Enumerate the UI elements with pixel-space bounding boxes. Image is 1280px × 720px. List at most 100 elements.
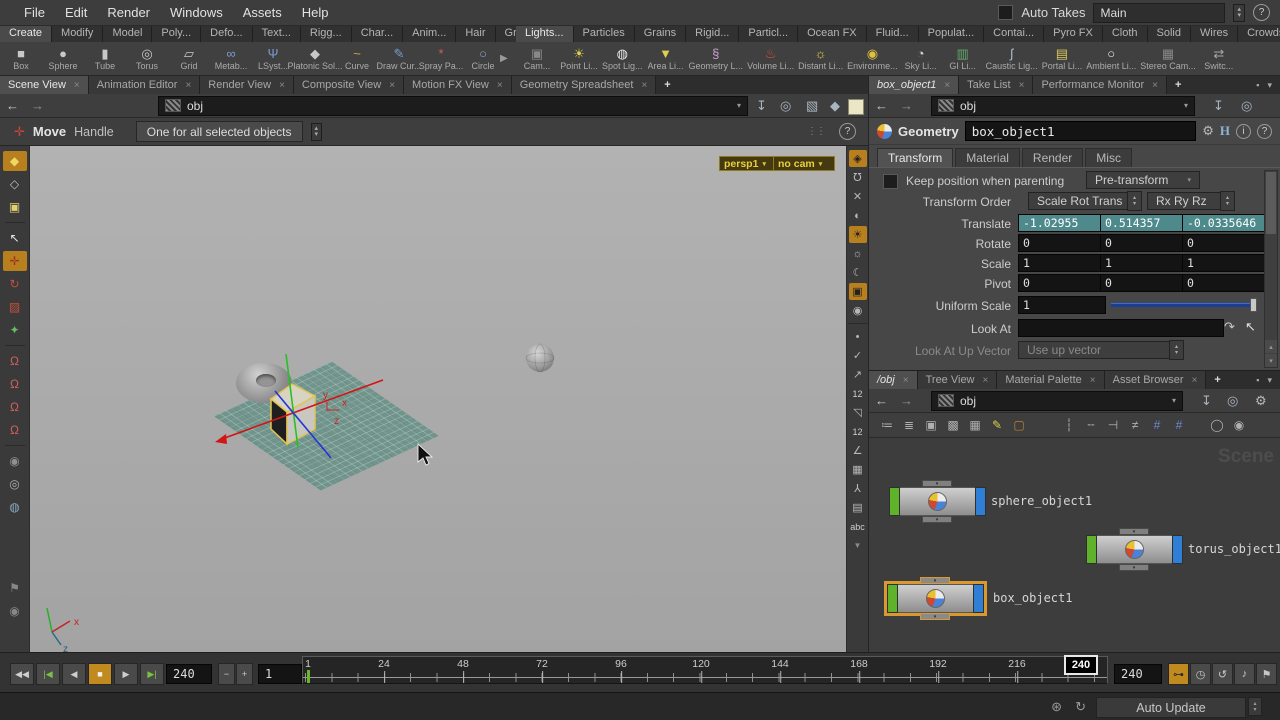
rotate-tool-icon[interactable]: ↻ (3, 274, 27, 294)
shelf-tab-particles[interactable]: Particles (573, 26, 635, 42)
handle-mode-select[interactable]: One for all selected objects (135, 121, 303, 142)
camera-selector[interactable]: no cam ▾ (773, 156, 835, 171)
memory-icon[interactable]: ⊛ (1051, 699, 1062, 715)
tool-box[interactable]: ■ Box (0, 42, 42, 75)
tab-render-view[interactable]: Render View × (200, 76, 294, 94)
tool-point-light[interactable]: ☀ Point Li... (558, 42, 600, 75)
close-icon[interactable]: × (185, 80, 191, 91)
view-ring-icon[interactable]: ◎ (3, 474, 27, 494)
profiles-icon[interactable]: ∠ (849, 442, 867, 459)
stop-button[interactable]: ■ (88, 663, 112, 685)
palette-icon[interactable]: ▩ (943, 416, 963, 434)
tool-geometry-light[interactable]: § Geometry L... (687, 42, 746, 75)
pivot-z-field[interactable]: 0 (1182, 274, 1270, 292)
recook-icon[interactable]: ↻ (1075, 699, 1086, 715)
select-arrow-icon[interactable]: ↖ (3, 228, 27, 248)
hq-shadows-icon[interactable]: ☾ (849, 264, 867, 281)
node-sphere-object1[interactable]: ▾ ▾ (889, 480, 986, 523)
tool-area-light[interactable]: ▼ Area Li... (645, 42, 687, 75)
geometry-menu-icon[interactable]: ▧ (800, 98, 824, 114)
tab-motion-fx-view[interactable]: Motion FX View × (404, 76, 512, 94)
rotate-order-spinner[interactable]: ▴ ▾ (1220, 191, 1235, 211)
tab-material-palette[interactable]: Material Palette × (997, 371, 1105, 389)
follow-target-icon[interactable]: ◎ (774, 98, 797, 114)
point-normals-icon[interactable]: ↗ (849, 366, 867, 383)
points-icon[interactable]: • (849, 328, 867, 345)
tool-spot-light[interactable]: ◍ Spot Lig... (600, 42, 645, 75)
realtime-toggle-button[interactable]: ◷ (1190, 663, 1211, 685)
node-template-flag[interactable] (887, 584, 898, 613)
headlight-icon[interactable]: ◐ (849, 207, 867, 224)
abc-icon[interactable]: abc (849, 518, 867, 535)
node-input-connector[interactable]: ▾ (922, 480, 952, 487)
transform-order-select[interactable]: Scale Rot Trans (1028, 192, 1134, 210)
move-tool-icon[interactable]: ✛ (2, 251, 27, 271)
playhead-marker[interactable] (307, 670, 310, 683)
tab-transform[interactable]: Transform (877, 148, 954, 167)
current-frame-field[interactable]: 1 (258, 664, 302, 684)
shelf-tab-populate[interactable]: Populat... (918, 26, 985, 42)
uniform-scale-slider[interactable] (1111, 296, 1257, 312)
forward-icon[interactable]: → (25, 98, 50, 113)
view-highlight-icon[interactable]: ◈ (848, 150, 867, 167)
objects-menu-icon[interactable]: ◆ (824, 98, 846, 114)
tool-circle[interactable]: ○ Circle (462, 42, 500, 75)
scale-tool-icon[interactable]: ▨ (3, 297, 27, 317)
point-markers-icon[interactable]: ✓ (849, 347, 867, 364)
tab-asset-browser[interactable]: Asset Browser × (1104, 371, 1207, 389)
hq-lights-icon[interactable]: ☼ (849, 245, 867, 262)
pivot-x-field[interactable]: 0 (1018, 274, 1106, 292)
scrollbar-thumb[interactable] (1266, 172, 1276, 234)
tab-tree-view[interactable]: Tree View × (917, 371, 998, 389)
node-torus-object1[interactable]: ▾ ▾ (1086, 528, 1183, 571)
follow-target-icon[interactable]: ◎ (1235, 98, 1258, 114)
tool-camera[interactable]: ▣ Cam... (516, 42, 558, 75)
auto-key-button[interactable]: ⊶ (1168, 663, 1189, 685)
shelf-tab-pyrofx[interactable]: Pyro FX (1044, 26, 1103, 42)
globe-icon[interactable]: ◍ (3, 497, 27, 517)
select-components-icon[interactable]: ◇ (3, 174, 27, 194)
display-options-icon[interactable]: ▤ (849, 499, 867, 516)
align-icon[interactable]: ⊣ (1103, 416, 1123, 434)
look-at-field[interactable] (1018, 319, 1224, 337)
lights-off-icon[interactable]: ✕ (849, 188, 867, 205)
tab-scene-view[interactable]: Scene View × (0, 76, 89, 94)
tool-gi-light[interactable]: ▥ GI Li... (942, 42, 984, 75)
jump-start-button[interactable]: ◀◀ (10, 663, 34, 685)
close-icon[interactable]: × (1019, 80, 1025, 91)
node-template-flag[interactable] (889, 487, 900, 516)
select-dynamics-icon[interactable]: ▣ (3, 197, 27, 217)
shelf-tab-lights[interactable]: Lights... (516, 26, 574, 42)
shelf-tab-oceanfx[interactable]: Ocean FX (798, 26, 867, 42)
forward-icon[interactable]: → (894, 98, 919, 113)
pretransform-dropdown[interactable]: Pre-transform ▾ (1086, 171, 1200, 189)
jump-to-operator-icon[interactable]: ↷ (1224, 319, 1235, 335)
distribute-vertical-icon[interactable]: ┆ (1059, 416, 1079, 434)
look-up-select[interactable]: Use up vector (1018, 341, 1176, 359)
shelf-tab-particlefluids[interactable]: Particl... (739, 26, 799, 42)
range-end-field[interactable]: 240 (166, 664, 212, 684)
shelf-tab-rigging[interactable]: Rigg... (300, 26, 352, 42)
more-chevron-icon[interactable]: ▼ (849, 537, 867, 554)
network-editor-canvas[interactable]: Scene ▾ ▾ sphere_object1 ▾ ▾ torus_objec… (869, 438, 1280, 652)
shelf-tab-fluids[interactable]: Fluid... (866, 26, 919, 42)
node-output-connector[interactable]: ▾ (922, 516, 952, 523)
translate-z-field[interactable]: -0.0335646 (1182, 214, 1270, 232)
snap-point-icon[interactable]: Ω (3, 397, 27, 417)
uniform-scale-field[interactable]: 1 (1018, 296, 1106, 314)
tool-environment-light[interactable]: ◉ Environme... (845, 42, 900, 75)
back-icon[interactable]: ← (0, 98, 25, 113)
scroll-up-icon[interactable]: ▴ (1265, 340, 1277, 353)
rotate-order-select[interactable]: Rx Ry Rz (1147, 192, 1227, 210)
organize-icon[interactable]: ▦ (965, 416, 985, 434)
snap-curve-icon[interactable]: Ω (3, 374, 27, 394)
tab-misc[interactable]: Misc (1085, 148, 1132, 167)
scroll-down-icon[interactable]: ▾ (1265, 354, 1277, 367)
shelf-tab-create[interactable]: Create (0, 26, 53, 42)
camera-view-icon[interactable]: ▣ (848, 283, 867, 300)
network-path-field[interactable]: obj ▾ (931, 390, 1183, 411)
shelf-tab-animation[interactable]: Anim... (403, 26, 457, 42)
shelf-tab-grains[interactable]: Grains (634, 26, 687, 42)
perspective-selector[interactable]: persp1 ▾ (719, 156, 775, 171)
maximize-pane-icon[interactable]: ▪ (1256, 80, 1259, 90)
